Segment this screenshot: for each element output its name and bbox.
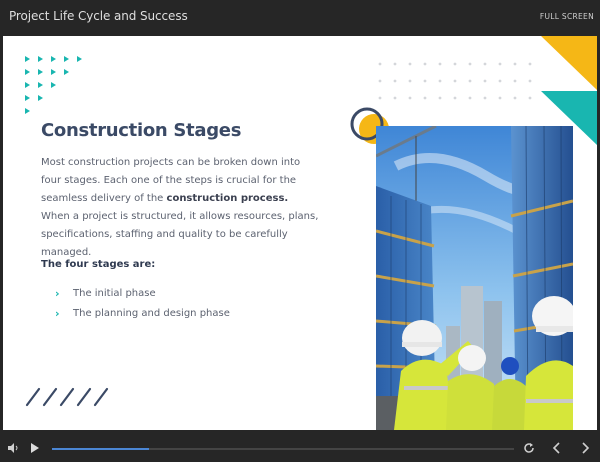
stages-list: › The initial phase › The planning and d…: [55, 286, 230, 326]
slide-canvas: Construction Stages Most construction pr…: [3, 36, 597, 430]
stage-label: The planning and design phase: [73, 308, 230, 319]
yellow-triangle-decoration: [541, 36, 597, 90]
body-text-bold: construction process.: [166, 193, 289, 204]
dot-grid-decoration: [378, 62, 532, 100]
fullscreen-button[interactable]: FULL SCREEN: [540, 12, 594, 21]
triangle-pattern-decoration: [25, 56, 82, 114]
construction-workers-photo: [376, 126, 573, 430]
play-icon[interactable]: [30, 443, 40, 453]
title-bar: Project Life Cycle and Success FULL SCRE…: [0, 0, 600, 34]
player-controls: [0, 432, 600, 462]
course-title: Project Life Cycle and Success: [9, 9, 188, 23]
slide-body-text: Most construction projects can be broken…: [41, 154, 319, 262]
list-item: › The initial phase: [55, 286, 230, 306]
chevron-right-icon[interactable]: [580, 442, 590, 454]
slide-heading: Construction Stages: [41, 120, 242, 141]
volume-icon[interactable]: [7, 442, 19, 454]
stages-subheading: The four stages are:: [41, 259, 156, 270]
body-text-part: When a project is structured, it allows …: [41, 211, 319, 258]
chevron-left-icon[interactable]: [552, 442, 562, 454]
list-item: › The planning and design phase: [55, 306, 230, 326]
replay-icon[interactable]: [523, 442, 535, 454]
progress-fill: [52, 448, 150, 450]
chevron-right-icon: ›: [55, 307, 60, 320]
stage-label: The initial phase: [73, 288, 156, 299]
progress-bar[interactable]: [52, 448, 514, 450]
diagonal-stripes-decoration: [25, 387, 109, 407]
chevron-right-icon: ›: [55, 287, 60, 300]
